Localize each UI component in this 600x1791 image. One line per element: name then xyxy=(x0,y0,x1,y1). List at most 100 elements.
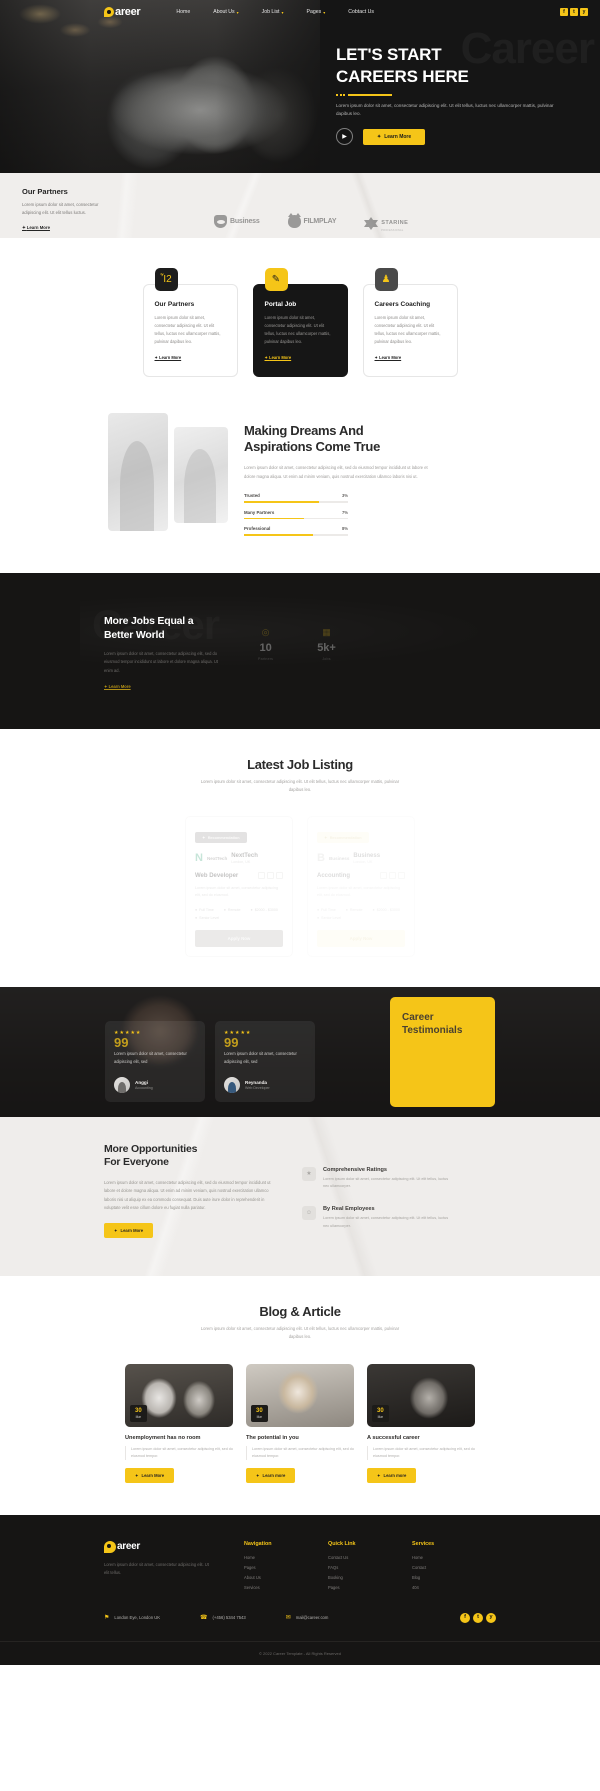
service-title: Our Partners xyxy=(154,301,195,308)
opportunities-cta-label: Learn More xyxy=(120,1228,144,1234)
opportunities-description: Lorem ipsum dolor sit amet, consectetur … xyxy=(104,1179,271,1211)
nav-item-job-list[interactable]: Job List ▾ xyxy=(262,9,284,15)
nav-label: Home xyxy=(176,9,191,15)
job-meta-item: ● Remote xyxy=(223,907,241,912)
people-icon: ☺ xyxy=(302,1206,316,1221)
services-section: Ἶ2 Our Partners Lorem ipsum dolor sit am… xyxy=(0,238,600,405)
testimonial-text: Lorem ipsum dolor sit amet, consectetur … xyxy=(114,1050,187,1064)
hero-background-image xyxy=(0,0,360,173)
footer-link[interactable]: Pages xyxy=(244,1565,292,1570)
twitter-icon[interactable]: t xyxy=(473,1612,483,1623)
service-learn-more-link[interactable]: ✦ Learn More xyxy=(375,355,402,360)
chevron-down-icon: ▾ xyxy=(281,9,284,15)
nav-item-pages[interactable]: Pages ▾ xyxy=(307,9,326,15)
service-learn-more-link[interactable]: ✦ Learn More xyxy=(155,355,182,360)
blog-post-excerpt: Lorem ipsum dolor sit amet, consectetur … xyxy=(246,1445,354,1460)
tag-icon xyxy=(398,872,405,880)
footer-link[interactable]: Blog xyxy=(412,1575,460,1580)
service-card-careers-coaching[interactable]: ♟ Careers Coaching Lorem ipsum dolor sit… xyxy=(362,268,458,377)
blog-image: 30 Mar xyxy=(125,1363,233,1427)
job-meta-list: ● Full Time ● Remote ● $2000 - $3000 ● S… xyxy=(195,908,283,920)
more-jobs-learn-more-link[interactable]: ✦ Learn More xyxy=(104,684,131,689)
testimonial-name: Anggi xyxy=(135,1079,149,1085)
footer-contact-email[interactable]: ✉ mail@career.com xyxy=(286,1614,329,1621)
company-location: London, UK xyxy=(353,860,373,865)
company-logo-text: NextTech xyxy=(206,856,228,862)
footer-copyright: © 2022 Career Template - All Rights Rese… xyxy=(0,1640,600,1665)
service-description: Lorem ipsum dolor sit amet, consectetur … xyxy=(374,315,441,344)
skill-value: 3% xyxy=(341,493,348,499)
footer-link[interactable]: About Us xyxy=(244,1575,292,1580)
facebook-icon[interactable]: f xyxy=(460,1612,470,1623)
footer-column-title: Services xyxy=(412,1540,435,1547)
job-description: Lorem ipsum dolor sit amet, consectetur … xyxy=(317,886,401,898)
footer-link[interactable]: 404 xyxy=(412,1585,460,1590)
twitter-icon[interactable]: t xyxy=(570,8,578,16)
job-meta-item: ● $2000 - $3000 xyxy=(250,907,278,912)
about-image-primary xyxy=(108,412,168,531)
skill-label: Many Partners xyxy=(244,509,275,515)
blog-learn-more-button[interactable]: ✦ Learn More xyxy=(125,1467,175,1483)
blog-card-potential[interactable]: 30 Mar The potential in you Lorem ipsum … xyxy=(246,1363,354,1483)
apply-now-button[interactable]: Apply Now xyxy=(317,929,405,947)
footer-link[interactable]: Booking xyxy=(328,1575,376,1580)
blog-learn-more-button[interactable]: ✦ Learn more xyxy=(246,1467,296,1483)
job-tag-icons xyxy=(258,872,283,880)
hero-content: LET'S START CAREERS HERE Lorem ipsum dol… xyxy=(336,44,586,146)
partners-link-label: Learn More xyxy=(26,225,50,231)
hero-learn-more-button[interactable]: ✦ Learn More xyxy=(363,128,426,145)
job-listing-section: Latest Job Listing Lorem ipsum dolor sit… xyxy=(0,728,600,987)
youtube-icon[interactable]: y xyxy=(486,1612,496,1623)
brand-name: areer xyxy=(115,6,141,18)
blog-card-unemployment[interactable]: 30 Mar Unemployment has no room Lorem ip… xyxy=(125,1363,233,1483)
footer-contact-phone[interactable]: ☎ (+456) 5344 7543 xyxy=(200,1614,246,1621)
opportunity-item-employees: ☺ By Real Employees Lorem ipsum dolor si… xyxy=(302,1206,452,1230)
footer-link[interactable]: Home xyxy=(412,1555,460,1560)
more-jobs-link-label: Learn More xyxy=(108,683,131,689)
company-name: NextTech xyxy=(231,853,258,860)
chevron-down-icon: ▾ xyxy=(236,9,239,15)
brand-mark-icon xyxy=(104,7,114,17)
footer-link[interactable]: Services xyxy=(244,1585,292,1590)
service-learn-more-link[interactable]: ✦ Learn More xyxy=(265,355,292,360)
about-description: Lorem ipsum dolor sit amet, consectetur … xyxy=(244,465,428,479)
opportunities-learn-more-button[interactable]: ✦ Learn More xyxy=(104,1223,154,1239)
service-card-portal-job[interactable]: ✎ Portal Job Lorem ipsum dolor sit amet,… xyxy=(252,268,348,377)
opportunity-title: By Real Employees xyxy=(323,1206,375,1213)
footer-logo[interactable]: areer xyxy=(104,1540,234,1553)
footer-link[interactable]: Home xyxy=(244,1555,292,1560)
service-title: Portal Job xyxy=(264,301,297,308)
job-meta-item: ● Full Time xyxy=(195,907,214,912)
footer-link[interactable]: FAQs xyxy=(328,1565,376,1570)
job-card-web-developer[interactable]: ✦ Recommendation N NextTech NextTech Lon… xyxy=(185,816,293,957)
footer-link[interactable]: Pages xyxy=(328,1585,376,1590)
skill-many-partners: Many Partners 7% xyxy=(244,510,348,520)
blog-learn-more-button[interactable]: ✦ Learn more xyxy=(367,1467,417,1483)
more-jobs-heading-line1: More Jobs Equal a xyxy=(104,614,194,627)
play-button-icon[interactable]: ▶ xyxy=(336,128,353,146)
about-heading-line1: Making Dreams And xyxy=(244,422,364,438)
youtube-icon[interactable]: y xyxy=(580,8,588,16)
job-card-accounting[interactable]: ✦ Recommendation B Business Business Lon… xyxy=(307,816,415,957)
footer-link[interactable]: Contact Us xyxy=(328,1555,376,1560)
service-link-label: Learn More xyxy=(159,354,182,360)
service-card-our-partners[interactable]: Ἶ2 Our Partners Lorem ipsum dolor sit am… xyxy=(142,268,238,377)
nav-item-about-us[interactable]: About Us ▾ xyxy=(213,9,238,15)
divider-dots-icon xyxy=(336,93,345,96)
stat-jobs: ▦ 5k+ Jobs xyxy=(317,627,336,661)
footer-link[interactable]: Contact xyxy=(412,1565,460,1570)
page-root: Career areer Home About Us▾ Job List▾ Pa… xyxy=(0,0,600,1665)
testimonials-title-line2: Testimonials xyxy=(402,1024,463,1036)
blog-post-title: The potential in you xyxy=(246,1434,299,1441)
opportunity-item-ratings: ★ Comprehensive Ratings Lorem ipsum dolo… xyxy=(302,1166,452,1191)
nav-item-contact-us[interactable]: Cobtact Us xyxy=(348,9,374,15)
nav-item-home[interactable]: Home xyxy=(176,9,190,15)
facebook-icon[interactable]: f xyxy=(560,8,568,16)
brand-logo[interactable]: areer xyxy=(104,6,141,18)
skill-fill xyxy=(244,517,305,520)
blog-date-month: Mar xyxy=(135,1414,142,1419)
partners-learn-more-link[interactable]: ✦ Learn More xyxy=(22,225,50,231)
partner-logo-starine: STARINE PROFESSIONAL xyxy=(364,211,408,232)
apply-now-button[interactable]: Apply Now xyxy=(195,929,283,947)
blog-card-career[interactable]: 30 Mar A successful career Lorem ipsum d… xyxy=(367,1363,475,1483)
